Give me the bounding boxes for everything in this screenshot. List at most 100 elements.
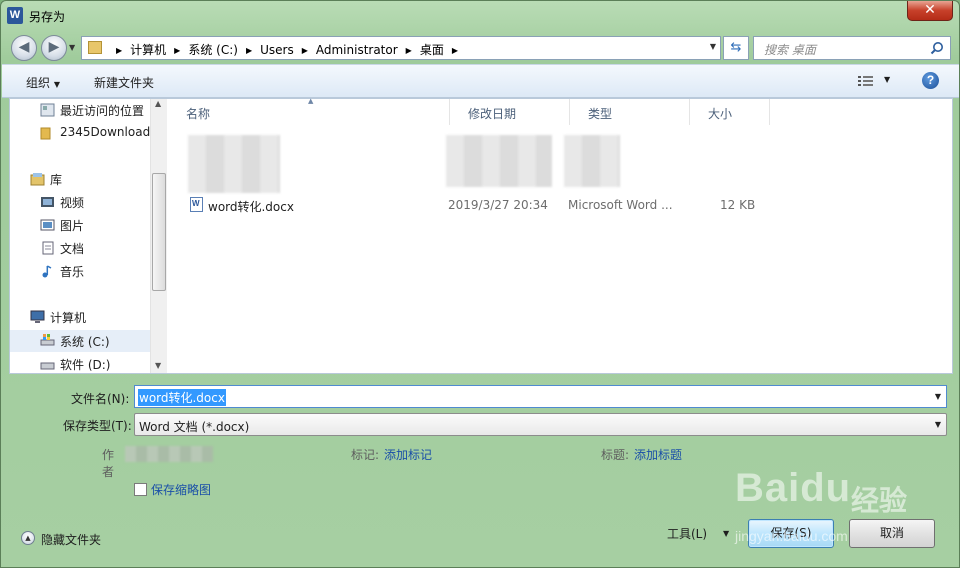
sidebar-item-documents[interactable]: 文档 <box>60 240 84 258</box>
save-thumbnail-checkbox[interactable] <box>134 483 147 496</box>
file-name[interactable]: word转化.docx <box>208 198 294 215</box>
baidu-watermark: Baidu <box>735 466 852 510</box>
sidebar-item-drive-d[interactable]: 软件 (D:) <box>60 356 110 373</box>
computer-icon <box>30 310 45 323</box>
navigation-bar: ◀ ▶ ▼ ▶ 计算机 ▶ 系统 (C:) ▶ Users ▶ Administrator ▶ 桌… <box>7 32 953 61</box>
column-modified-label: 修改日期 <box>468 107 517 121</box>
add-tags-link[interactable]: 添加标记 <box>384 446 432 463</box>
navigation-pane: 最近访问的位置 2345Downloads 库 视频 图片 文档 音乐 计算机 … <box>10 99 150 373</box>
search-placeholder: 搜索 桌面 <box>764 43 816 57</box>
forward-button[interactable]: ▶ <box>41 35 67 61</box>
breadcrumb: ▶ 计算机 ▶ 系统 (C:) ▶ Users ▶ Administrator ▶ 桌面 ▶ <box>108 41 466 58</box>
obscured-date <box>446 135 552 187</box>
folder-icon <box>40 127 51 140</box>
chevron-down-icon: ▼ <box>934 420 941 429</box>
pictures-icon <box>40 219 55 231</box>
obscured-type <box>564 135 620 187</box>
chevron-up-icon[interactable]: ▲ <box>21 531 35 545</box>
chevron-right-icon[interactable]: ▶ <box>116 46 122 55</box>
documents-icon <box>42 241 54 255</box>
sidebar-item-2345downloads[interactable]: 2345Downloads <box>60 125 150 143</box>
file-modified: 2019/3/27 20:34 <box>448 198 548 212</box>
title-label: 标题: <box>601 448 630 462</box>
folder-icon <box>88 41 102 54</box>
tools-dropdown-icon[interactable]: ▼ <box>723 529 729 538</box>
sidebar-item-recent[interactable]: 最近访问的位置 <box>60 102 144 120</box>
chevron-down-icon: ▼ <box>53 80 60 89</box>
table-row[interactable]: word转化.docx 2019/3/27 20:34 Microsoft Wo… <box>168 195 952 215</box>
breadcrumb-users[interactable]: Users <box>260 43 294 57</box>
word-document-icon <box>190 197 203 212</box>
drive-d-icon <box>40 362 55 370</box>
search-input[interactable]: 搜索 桌面 <box>753 36 951 60</box>
file-type: Microsoft Word ... <box>568 198 673 212</box>
back-button[interactable]: ◀ <box>11 35 37 61</box>
filetype-value: Word 文档 (*.docx) <box>139 420 250 434</box>
scrollbar-thumb[interactable] <box>152 173 166 291</box>
music-icon <box>42 265 52 278</box>
search-icon[interactable] <box>930 41 944 55</box>
column-type-label: 类型 <box>588 107 613 121</box>
sidebar-item-library[interactable]: 库 <box>50 171 62 189</box>
file-list: ▲ 名称 修改日期 类型 大小 word转化.docx 2019/3/27 20:… <box>168 97 952 373</box>
hide-folders-button[interactable]: 隐藏文件夹 <box>41 531 101 548</box>
author-value-obscured[interactable] <box>125 446 213 462</box>
sidebar-item-computer[interactable]: 计算机 <box>50 309 86 327</box>
chevron-right-icon[interactable]: ▶ <box>302 46 308 55</box>
author-label: 作者 <box>102 448 115 479</box>
tools-menu[interactable]: 工具(L) <box>667 525 707 542</box>
help-icon[interactable]: ? <box>922 72 939 89</box>
video-icon <box>41 197 54 207</box>
column-header-size[interactable]: 大小 <box>690 99 770 125</box>
scroll-up-icon[interactable]: ▲ <box>155 99 161 108</box>
sidebar-item-drive-c[interactable]: 系统 (C:) <box>60 333 110 351</box>
navigation-scrollbar[interactable]: ▲ ▼ <box>150 99 167 373</box>
chevron-right-icon[interactable]: ▶ <box>174 46 180 55</box>
chevron-right-icon[interactable]: ▶ <box>406 46 412 55</box>
breadcrumb-computer[interactable]: 计算机 <box>130 41 166 58</box>
tags-label: 标记: <box>351 448 380 462</box>
breadcrumb-drive-c[interactable]: 系统 (C:) <box>188 41 238 58</box>
save-thumbnail-label[interactable]: 保存缩略图 <box>151 481 211 498</box>
address-bar[interactable]: ▶ 计算机 ▶ 系统 (C:) ▶ Users ▶ Administrator ▶ 桌面 ▶ ▼ <box>81 36 721 60</box>
baidu-watermark-cn: 经验 <box>851 484 908 517</box>
title-bar: W 另存为 ✕ <box>1 1 959 31</box>
file-size: 12 KB <box>720 198 756 212</box>
address-history-dropdown-icon[interactable]: ▼ <box>710 42 716 51</box>
refresh-button[interactable]: ⇆ <box>723 36 749 60</box>
library-icon <box>30 173 45 186</box>
command-toolbar: 组织 ▼ 新建文件夹 ▼ ? <box>2 64 959 98</box>
breadcrumb-desktop[interactable]: 桌面 <box>420 41 444 58</box>
filename-input[interactable]: word转化.docx ▼ <box>134 385 947 408</box>
window-title: 另存为 <box>29 10 66 24</box>
recent-places-icon <box>40 103 55 117</box>
chevron-down-icon[interactable]: ▼ <box>935 392 941 401</box>
obscured-folder-row <box>188 135 280 193</box>
baidu-watermark-url: jingyan.baidu.com <box>735 528 848 544</box>
recent-pages-dropdown-icon[interactable]: ▼ <box>69 43 75 52</box>
sidebar-item-pictures[interactable]: 图片 <box>60 217 84 235</box>
filetype-select[interactable]: Word 文档 (*.docx) ▼ <box>134 413 947 436</box>
filetype-label: 保存类型(T): <box>63 419 132 433</box>
view-dropdown-icon[interactable]: ▼ <box>884 75 890 84</box>
organize-menu[interactable]: 组织 ▼ <box>26 74 60 91</box>
chevron-right-icon[interactable]: ▶ <box>452 46 458 55</box>
breadcrumb-administrator[interactable]: Administrator <box>316 43 398 57</box>
column-header-type[interactable]: 类型 <box>570 99 690 125</box>
scroll-down-icon[interactable]: ▼ <box>155 361 161 370</box>
new-folder-button[interactable]: 新建文件夹 <box>94 74 154 91</box>
column-header-modified[interactable]: 修改日期 <box>450 99 570 125</box>
chevron-right-icon[interactable]: ▶ <box>246 46 252 55</box>
sidebar-item-video[interactable]: 视频 <box>60 194 84 212</box>
add-title-link[interactable]: 添加标题 <box>634 446 682 463</box>
close-button[interactable]: ✕ <box>907 1 953 21</box>
column-header-name[interactable]: ▲ 名称 <box>168 97 450 125</box>
browser-area: 最近访问的位置 2345Downloads 库 视频 图片 文档 音乐 计算机 … <box>9 97 953 374</box>
view-options-icon[interactable] <box>858 75 874 87</box>
cancel-button[interactable]: 取消 <box>849 519 935 548</box>
save-as-dialog: W 另存为 ✕ ◀ ▶ ▼ ▶ 计算机 ▶ 系统 (C:) ▶ Users ▶ Adminis… <box>0 0 960 568</box>
sidebar-item-music[interactable]: 音乐 <box>60 263 84 281</box>
organize-label: 组织 <box>26 76 51 90</box>
column-size-label: 大小 <box>708 107 733 121</box>
filename-label: 文件名(N): <box>71 392 130 406</box>
